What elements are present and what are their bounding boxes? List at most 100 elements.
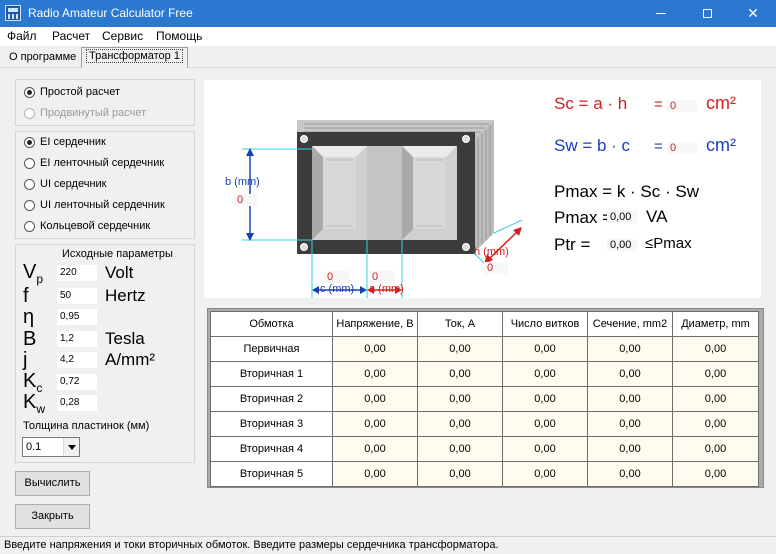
- arrowhead: [360, 286, 367, 294]
- core-right-face: [474, 120, 494, 253]
- table-cell[interactable]: 0,00: [332, 461, 418, 487]
- core-ei-radio[interactable]: EI сердечник: [24, 136, 106, 148]
- radio-checked-icon: [24, 86, 35, 98]
- window-title: Radio Amateur Calculator Free: [28, 6, 193, 20]
- close-icon: ✕: [747, 5, 759, 21]
- dim-h-value[interactable]: 0: [484, 262, 508, 274]
- sw-result: = 0: [654, 138, 697, 155]
- table-cell[interactable]: 0,00: [587, 461, 673, 487]
- table-cell[interactable]: 0,00: [672, 361, 759, 387]
- col-header: Число витков: [502, 311, 588, 337]
- table-cell[interactable]: 0,00: [502, 436, 588, 462]
- table-cell[interactable]: 0,00: [502, 336, 588, 362]
- mode-simple-radio[interactable]: Простой расчет: [24, 86, 120, 98]
- table-cell[interactable]: 0,00: [672, 436, 759, 462]
- bevel-right-left: [402, 146, 413, 240]
- core-ui-tape-label: UI ленточный сердечник: [40, 199, 165, 211]
- core-ei-tape-label: EI ленточный сердечник: [40, 157, 165, 169]
- table-cell[interactable]: 0,00: [502, 386, 588, 412]
- maximize-button[interactable]: [684, 0, 730, 27]
- table-cell[interactable]: 0,00: [587, 386, 673, 412]
- row-header: Вторичная 5: [210, 461, 333, 487]
- col-header: Ток, А: [417, 311, 503, 337]
- efficiency-input[interactable]: 0,95: [57, 309, 97, 325]
- status-bar: Введите напряжения и токи вторичных обмо…: [0, 536, 776, 554]
- dim-a-value[interactable]: 0: [369, 271, 395, 283]
- core-ui-radio[interactable]: UI сердечник: [24, 178, 106, 190]
- tab-strip: О программе Трансформатор 1: [0, 46, 776, 68]
- table-cell[interactable]: 0,00: [332, 436, 418, 462]
- table-cell[interactable]: 0,00: [587, 436, 673, 462]
- current-density-input[interactable]: 4,2: [57, 352, 97, 368]
- dim-h-label: h (mm): [474, 246, 509, 258]
- chevron-down-icon[interactable]: [63, 438, 79, 456]
- menu-file[interactable]: Файл: [7, 29, 37, 43]
- table-cell[interactable]: 0,00: [587, 361, 673, 387]
- param-row-vp: Vp 220 Volt: [23, 261, 133, 286]
- minimize-button[interactable]: [638, 0, 684, 27]
- table-cell[interactable]: 0,00: [672, 386, 759, 412]
- table-cell[interactable]: 0,00: [502, 361, 588, 387]
- sc-unit: cm²: [706, 93, 736, 113]
- dim-b-value[interactable]: 0: [234, 194, 258, 206]
- table-row: Вторичная 5 0,00 0,00 0,00 0,00 0,00: [210, 461, 759, 487]
- table-cell[interactable]: 0,00: [502, 461, 588, 487]
- table-cell[interactable]: 0,00: [417, 461, 503, 487]
- table-cell[interactable]: 0,00: [332, 386, 418, 412]
- induction-input[interactable]: 1,2: [57, 331, 97, 347]
- params-title: Исходные параметры: [62, 248, 173, 260]
- table-cell[interactable]: 0,00: [672, 461, 759, 487]
- table-row: Вторичная 1 0,00 0,00 0,00 0,00 0,00: [210, 361, 759, 387]
- voltage-input[interactable]: 220: [57, 265, 97, 281]
- close-button[interactable]: Закрыть: [15, 504, 90, 529]
- menu-service[interactable]: Сервис: [102, 29, 143, 43]
- close-window-button[interactable]: ✕: [730, 0, 776, 27]
- kw-input[interactable]: 0,28: [57, 395, 97, 411]
- dim-c-value[interactable]: 0: [324, 271, 350, 283]
- kc-input[interactable]: 0,72: [57, 374, 97, 390]
- calculate-button[interactable]: Вычислить: [15, 471, 90, 496]
- tab-about[interactable]: О программе: [5, 49, 80, 67]
- row-header: Вторичная 2: [210, 386, 333, 412]
- core-type-group: EI сердечник EI ленточный сердечник UI с…: [15, 131, 195, 239]
- bolt-hole: [462, 135, 470, 143]
- mode-advanced-radio[interactable]: Продвинутый расчет: [24, 107, 146, 119]
- core-diagram: b (mm) 0 0 0 c (mm) a (mm) h (mm) 0 Sc =…: [204, 80, 761, 298]
- table-cell[interactable]: 0,00: [587, 411, 673, 437]
- table-cell[interactable]: 0,00: [672, 336, 759, 362]
- col-header: Напряжение, В: [332, 311, 418, 337]
- table-cell[interactable]: 0,00: [417, 336, 503, 362]
- thickness-value: 0.1: [26, 441, 42, 453]
- table-cell[interactable]: 0,00: [417, 411, 503, 437]
- pmax-formula: Pmax = k · Sc · Sw: [554, 182, 699, 201]
- table-cell[interactable]: 0,00: [417, 386, 503, 412]
- table-cell[interactable]: 0,00: [332, 361, 418, 387]
- tab-transformer[interactable]: Трансформатор 1: [81, 47, 188, 68]
- table-cell[interactable]: 0,00: [417, 361, 503, 387]
- row-header: Вторичная 1: [210, 361, 333, 387]
- sw-unit: cm²: [706, 135, 736, 155]
- title-bar: Radio Amateur Calculator Free ✕: [0, 0, 776, 27]
- core-ei-label: EI сердечник: [40, 136, 106, 148]
- table-cell[interactable]: 0,00: [332, 411, 418, 437]
- core-ei-tape-radio[interactable]: EI ленточный сердечник: [24, 157, 164, 169]
- frequency-input[interactable]: 50: [57, 288, 97, 304]
- param-row-j: j 4,2 A/mm²: [23, 349, 155, 371]
- menu-calculation[interactable]: Расчет: [52, 29, 90, 43]
- core-toroid-label: Кольцевой сердечник: [40, 220, 151, 232]
- table-cell[interactable]: 0,00: [672, 411, 759, 437]
- radio-icon: [24, 220, 35, 232]
- core-toroid-radio[interactable]: Кольцевой сердечник: [24, 220, 150, 232]
- thickness-select[interactable]: 0.1: [22, 437, 80, 457]
- table-cell[interactable]: 0,00: [502, 411, 588, 437]
- table-cell[interactable]: 0,00: [587, 336, 673, 362]
- radio-icon: [24, 178, 35, 190]
- param-symbol: j: [23, 348, 28, 371]
- windings-table-container: Обмотка Напряжение, В Ток, А Число витко…: [207, 308, 764, 488]
- core-ui-tape-radio[interactable]: UI ленточный сердечник: [24, 199, 165, 211]
- menu-help[interactable]: Помощь: [156, 29, 202, 43]
- main-panel: Простой расчет Продвинутый расчет EI сер…: [0, 68, 776, 536]
- param-symbol: B: [23, 327, 37, 350]
- table-cell[interactable]: 0,00: [417, 436, 503, 462]
- table-cell[interactable]: 0,00: [332, 336, 418, 362]
